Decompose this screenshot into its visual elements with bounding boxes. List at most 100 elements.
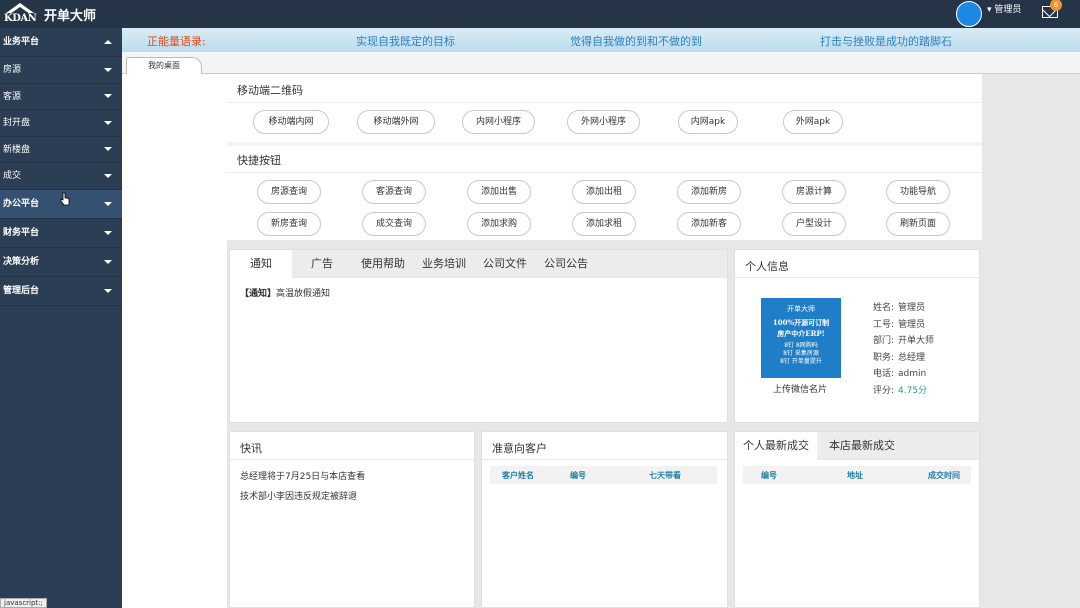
motto-quote-3: 打击与挫败是成功的踏脚石 <box>820 35 952 48</box>
app-logo[interactable]: KDAN 开单大师 <box>4 2 96 26</box>
profile-panel: 个人信息 开单大师 100%开源可订制 房产中介ERP! 8钉 8网购码 8钉 … <box>734 249 980 423</box>
browser-status-text: javascript:; <box>0 598 47 608</box>
sidebar-item-analysis[interactable]: 决策分析 <box>0 248 122 277</box>
qr-intranet-button[interactable]: 移动端内网 <box>253 110 329 134</box>
main-content: 移动端二维码 移动端内网 移动端外网 内网小程序 外网小程序 内网apk 外网a… <box>122 74 1080 608</box>
user-name: 管理员 <box>994 5 1022 15</box>
sidebar-item-admin[interactable]: 管理后台 <box>0 277 122 306</box>
motto-bar: 正能量语录: 实现自我既定的目标 觉得自我做的到和不做的到 打击与挫败是成功的踏… <box>122 28 1080 52</box>
column-address: 地址 <box>847 471 863 480</box>
app-name: 开单大师 <box>44 8 97 24</box>
refresh-page-button[interactable]: 刷新页面 <box>886 212 950 236</box>
tab-company-announcements[interactable]: 公司公告 <box>541 250 591 278</box>
add-new-client-button[interactable]: 添加新客 <box>677 212 741 236</box>
tab-desktop[interactable]: 我的桌面 <box>126 57 202 74</box>
floorplan-design-button[interactable]: 户型设计 <box>782 212 846 236</box>
add-sale-button[interactable]: 添加出售 <box>467 180 531 204</box>
prospects-panel: 准意向客户 客户姓名 编号 七天带看 <box>481 431 728 608</box>
wechat-card-image[interactable]: 开单大师 100%开源可订制 房产中介ERP! 8钉 8网购码 8钉 采集房源 … <box>761 298 841 378</box>
card-brand: 开单大师 <box>787 305 815 313</box>
new-house-search-button[interactable]: 新房查询 <box>257 212 321 236</box>
phone-value: admin <box>898 369 927 379</box>
sidebar-item-label: 财务平台 <box>3 227 40 238</box>
profile-info: 姓名: 管理员 工号: 管理员 部门: 开单大师 职务: 总经理 电话: admin 评分… <box>873 300 934 399</box>
column-seven-day-views: 七天带看 <box>649 471 681 480</box>
user-avatar[interactable] <box>956 1 982 27</box>
sidebar-item-label: 成交 <box>3 171 22 181</box>
client-search-button[interactable]: 客源查询 <box>362 180 426 204</box>
card-feature-3: 8钉 开单量提升 <box>780 358 822 365</box>
extranet-miniapp-button[interactable]: 外网小程序 <box>567 110 640 134</box>
column-id: 编号 <box>570 471 586 480</box>
chevron-up-icon <box>104 40 112 44</box>
notice-text: 高温放假通知 <box>276 289 331 299</box>
tab-store-deals[interactable]: 本店最新成交 <box>821 432 903 460</box>
sidebar-item-label: 新楼盘 <box>3 144 31 155</box>
deal-search-button[interactable]: 成交查询 <box>362 212 426 236</box>
sidebar-item-clients[interactable]: 客源 <box>0 84 122 110</box>
qr-section-title: 移动端二维码 <box>237 84 303 97</box>
tab-training[interactable]: 业务培训 <box>419 250 469 278</box>
sidebar-item-label: 封开盘 <box>3 118 31 128</box>
chevron-down-icon <box>104 120 112 125</box>
logo-text: KDAN <box>4 13 37 24</box>
chevron-down-icon <box>104 259 112 264</box>
dept-value: 开单大师 <box>898 336 935 346</box>
news-panel: 快讯 总经理将于7月25日与本店查看 技术部小李因违反规定被辞退 <box>229 431 475 608</box>
notice-tabs: 通知 广告 使用帮助 业务培训 公司文件 公司公告 <box>230 250 727 278</box>
column-id: 编号 <box>761 471 777 480</box>
tab-my-deals[interactable]: 个人最新成交 <box>735 432 817 460</box>
tab-help[interactable]: 使用帮助 <box>358 250 408 278</box>
house-calc-button[interactable]: 房源计算 <box>782 180 846 204</box>
tab-notice[interactable]: 通知 <box>230 250 292 278</box>
add-new-house-button[interactable]: 添加新房 <box>677 180 741 204</box>
chevron-down-icon <box>104 67 112 72</box>
qr-extranet-button[interactable]: 移动端外网 <box>357 110 435 134</box>
role-label: 职务: <box>873 352 895 363</box>
function-nav-button[interactable]: 功能导航 <box>886 180 950 204</box>
sidebar: 业务平台 房源 客源 封开盘 新楼盘 成交 办公平台 财务平台 决策分析 管理后… <box>0 28 122 608</box>
house-search-button[interactable]: 房源查询 <box>257 180 321 204</box>
motto-quote-1: 实现自我既定的目标 <box>356 35 455 48</box>
card-feature-1: 8钉 8网购码 <box>784 342 818 349</box>
sidebar-item-houses[interactable]: 房源 <box>0 57 122 84</box>
phone-label: 电话: <box>873 369 895 379</box>
sidebar-item-finance[interactable]: 财务平台 <box>0 219 122 248</box>
tab-company-files[interactable]: 公司文件 <box>480 250 530 278</box>
sidebar-item-label: 办公平台 <box>3 198 40 209</box>
extranet-apk-button[interactable]: 外网apk <box>783 110 843 134</box>
sidebar-item-label: 客源 <box>3 91 22 102</box>
notice-item[interactable]: 【通知】高温放假通知 <box>240 286 330 299</box>
add-rent-request-button[interactable]: 添加求租 <box>572 212 636 236</box>
news-item[interactable]: 技术部小李因违反规定被辞退 <box>240 489 357 502</box>
add-buy-request-button[interactable]: 添加求购 <box>467 212 531 236</box>
sidebar-item-label: 业务平台 <box>3 37 40 47</box>
upload-card-link[interactable]: 上传微信名片 <box>773 382 827 395</box>
sidebar-item-label: 决策分析 <box>3 256 40 267</box>
notice-tag: 【通知】 <box>240 289 277 299</box>
profile-panel-head: 个人信息 <box>735 250 979 278</box>
tab-bar: 我的桌面 <box>122 52 1080 74</box>
sidebar-item-business[interactable]: 业务平台 <box>0 28 122 57</box>
user-menu[interactable]: ▾ 管理员 <box>987 3 1021 17</box>
id-value: 管理员 <box>898 319 926 330</box>
deals-panel: 个人最新成交 本店最新成交 编号 地址 成交时间 <box>734 431 980 608</box>
intranet-miniapp-button[interactable]: 内网小程序 <box>462 110 535 134</box>
intranet-apk-button[interactable]: 内网apk <box>678 110 738 134</box>
motto-lead: 正能量语录: <box>147 35 206 48</box>
card-features: 8钉 8网购码 8钉 采集房源 8钉 开单量提升 <box>761 342 841 366</box>
dept-label: 部门: <box>873 336 895 346</box>
news-panel-head: 快讯 <box>230 432 474 460</box>
column-client-name: 客户姓名 <box>502 471 534 480</box>
news-item[interactable]: 总经理将于7月25日与本店查看 <box>240 469 365 482</box>
sidebar-item-label: 管理后台 <box>3 285 40 296</box>
tab-ads[interactable]: 广告 <box>302 250 342 278</box>
notice-panel: 通知 广告 使用帮助 业务培训 公司文件 公司公告 【通知】高温放假通知 <box>229 249 728 423</box>
sidebar-item-deals[interactable]: 成交 <box>0 163 122 190</box>
score-label: 评分: <box>873 385 895 396</box>
sidebar-item-seal[interactable]: 封开盘 <box>0 110 122 137</box>
sidebar-item-new-buildings[interactable]: 新楼盘 <box>0 137 122 163</box>
chevron-down-icon <box>104 288 112 293</box>
name-label: 姓名: <box>873 303 895 313</box>
add-rent-button[interactable]: 添加出租 <box>572 180 636 204</box>
